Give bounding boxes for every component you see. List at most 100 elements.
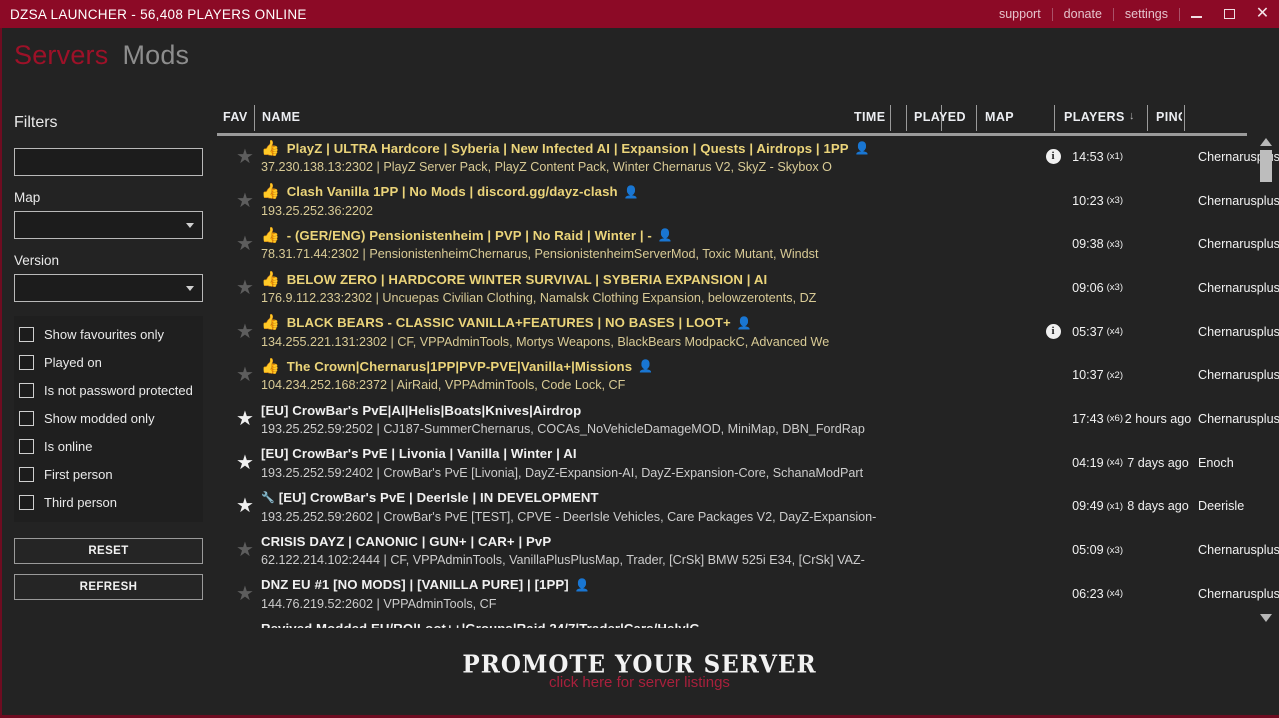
server-name-cell[interactable]: 👍 - (GER/ENG) Pensionistenheim | PVP | No… — [261, 222, 1034, 266]
version-filter-select[interactable] — [14, 274, 203, 302]
sort-descending-icon: ↓ — [1129, 110, 1135, 122]
column-header-name[interactable]: NAME — [262, 110, 300, 124]
column-header-players[interactable]: PLAYERS — [1064, 110, 1125, 124]
tab-mods[interactable]: Mods — [122, 40, 189, 71]
table-row[interactable]: ★ 👍 BELOW ZERO | HARDCORE WINTER SURVIVAL … — [214, 266, 1279, 310]
server-name: [EU] CrowBar's PvE | DeerIsle | IN DEVEL… — [278, 490, 599, 505]
server-info-cell[interactable]: i — [1042, 135, 1064, 179]
table-row[interactable]: ★ DNZ EU #1 [NO MODS] | [VANILLA PURE] | … — [214, 572, 1279, 616]
table-row[interactable]: ★ 👍 PlayZ | ULTRA Hardcore | Syberia | New… — [214, 135, 1279, 179]
star-icon: ★ — [236, 320, 254, 343]
table-row[interactable]: ★Revived Modded EU/RO|Loot++|Groups|Raid… — [214, 616, 1279, 628]
server-players-cell: 10/40 — [1274, 266, 1279, 310]
server-name-line: [EU] CrowBar's PvE | Livonia | Vanilla |… — [261, 445, 1034, 463]
server-name: [EU] CrowBar's PvE|AI|Helis|Boats|Knives… — [261, 402, 582, 418]
table-row[interactable]: ★ 👍 BLACK BEARS - CLASSIC VANILLA+FEATURES… — [214, 310, 1279, 354]
server-players-cell: 13/80 — [1274, 222, 1279, 266]
table-row[interactable]: ★ [EU] CrowBar's PvE | Livonia | Vanilla … — [214, 441, 1279, 485]
star-icon: ★ — [236, 233, 254, 256]
server-name: BELOW ZERO | HARDCORE WINTER SURVIVAL | … — [286, 271, 768, 287]
column-header-played[interactable]: PLAYED — [914, 110, 966, 124]
server-detail: 193.25.252.36:2202 — [261, 203, 374, 218]
server-played-cell — [1120, 179, 1196, 223]
column-divider — [890, 105, 891, 131]
checkbox-is-not-password-protected[interactable]: Is not password protected — [14, 376, 203, 404]
server-name-line: 👍 BLACK BEARS - CLASSIC VANILLA+FEATURES … — [261, 314, 1034, 332]
checkbox-played-on[interactable]: Played on — [14, 348, 203, 376]
map-filter-select[interactable] — [14, 211, 203, 239]
table-row[interactable]: ★ 👍 Clash Vanilla 1PP | No Mods | discord.… — [214, 179, 1279, 223]
maximize-button[interactable] — [1213, 0, 1246, 28]
support-link[interactable]: support — [988, 0, 1052, 28]
star-icon: ★ — [236, 539, 254, 562]
server-name-cell[interactable]: 👍 BELOW ZERO | HARDCORE WINTER SURVIVAL |… — [261, 266, 1034, 310]
checkbox-show-favourites-only[interactable]: Show favourites only — [14, 320, 203, 348]
server-name-cell[interactable]: 👍 BLACK BEARS - CLASSIC VANILLA+FEATURES … — [261, 310, 1034, 354]
server-time: 10:23 — [1072, 193, 1104, 208]
checkbox-is-online[interactable]: Is online — [14, 432, 203, 460]
search-input[interactable] — [14, 148, 203, 176]
server-name-cell[interactable]: DNZ EU #1 [NO MODS] | [VANILLA PURE] | [… — [261, 572, 1034, 616]
tab-servers[interactable]: Servers — [14, 40, 108, 71]
server-info-cell — [1042, 266, 1064, 310]
scroll-thumb[interactable] — [1260, 150, 1272, 182]
server-name: [EU] CrowBar's PvE | Livonia | Vanilla |… — [261, 446, 577, 462]
promote-banner[interactable]: Promote Your Server click here for serve… — [0, 628, 1279, 714]
checkbox-show-modded-only[interactable]: Show modded only — [14, 404, 203, 432]
column-header-ping[interactable]: PING — [1156, 110, 1182, 124]
checkbox-third-person[interactable]: Third person — [14, 488, 203, 516]
server-time-cell: 16:57(x4) — [1069, 616, 1123, 628]
server-name: DNZ EU #1 [NO MODS] | [VANILLA PURE] | [… — [261, 577, 569, 593]
server-time-cell: 05:37 (x4) — [1069, 310, 1123, 354]
server-name-cell[interactable]: [EU] CrowBar's PvE | Livonia | Vanilla |… — [261, 441, 1034, 485]
main-tabs: Servers Mods — [14, 40, 189, 71]
server-name-cell[interactable]: CRISIS DAYZ | CANONIC | GUN+ | CAR+ | Pv… — [261, 528, 1034, 572]
server-name-cell[interactable]: 👍 The Crown|Chernarus|1PP|PVP-PVE|Vanilla… — [261, 353, 1034, 397]
server-detail: 37.230.138.13:2302 | PlayZ Server Pack, … — [261, 160, 832, 174]
promote-headline: Promote Your Server — [462, 650, 817, 679]
server-info-cell — [1042, 397, 1064, 441]
server-played-cell — [1120, 266, 1196, 310]
filter-checkbox-group: Show favourites only Played on Is not pa… — [14, 316, 203, 522]
server-time-cell: 09:38 (x3) — [1069, 222, 1123, 266]
column-header-time[interactable]: TIME — [854, 110, 885, 124]
donate-link[interactable]: donate — [1053, 0, 1113, 28]
server-name-cell[interactable]: 👍 PlayZ | ULTRA Hardcore | Syberia | New … — [261, 135, 1034, 179]
star-icon: ★ — [236, 582, 254, 605]
server-info-cell[interactable]: i — [1042, 310, 1064, 354]
server-name-cell[interactable]: [EU] CrowBar's PvE|AI|Helis|Boats|Knives… — [261, 397, 1034, 441]
version-filter-label: Version — [14, 253, 60, 268]
scroll-down-arrow-icon[interactable] — [1260, 614, 1272, 622]
column-divider — [1184, 105, 1185, 131]
server-name-cell[interactable]: 🔧 [EU] CrowBar's PvE | DeerIsle | IN DEVE… — [261, 485, 1034, 529]
column-header-map[interactable]: MAP — [985, 110, 1014, 124]
link-divider — [1179, 7, 1180, 21]
checkbox-label: Show modded only — [44, 410, 155, 426]
refresh-button[interactable]: REFRESH — [14, 574, 203, 600]
settings-link[interactable]: settings — [1114, 0, 1179, 28]
server-name-line: 👍 The Crown|Chernarus|1PP|PVP-PVE|Vanilla… — [261, 357, 1034, 375]
server-name-line: 👍 Clash Vanilla 1PP | No Mods | discord.g… — [261, 183, 1034, 201]
table-row[interactable]: ★ [EU] CrowBar's PvE|AI|Helis|Boats|Knive… — [214, 397, 1279, 441]
scroll-up-arrow-icon[interactable] — [1260, 138, 1272, 146]
server-time: 04:19 — [1072, 455, 1104, 470]
table-row[interactable]: ★ 👍 - (GER/ENG) Pensionistenheim | PVP | N… — [214, 222, 1279, 266]
server-time: 09:49 — [1072, 499, 1104, 514]
server-time-cell: 04:19 (x4) — [1069, 441, 1123, 485]
checkbox-first-person[interactable]: First person — [14, 460, 203, 488]
close-button[interactable]: ✕ — [1246, 0, 1279, 28]
column-header-fav[interactable]: FAV — [223, 110, 248, 124]
server-name-cell[interactable]: 👍 Clash Vanilla 1PP | No Mods | discord.g… — [261, 179, 1034, 223]
reset-button[interactable]: RESET — [14, 538, 203, 564]
table-row[interactable]: ★ 👍 The Crown|Chernarus|1PP|PVP-PVE|Vanill… — [214, 353, 1279, 397]
server-detail: 193.25.252.59:2602 | CrowBar's PvE [TEST… — [261, 509, 877, 524]
vertical-scrollbar[interactable] — [1258, 135, 1274, 628]
server-players-cell: 19/70 — [1274, 179, 1279, 223]
table-row[interactable]: ★ CRISIS DAYZ | CANONIC | GUN+ | CAR+ | P… — [214, 528, 1279, 572]
checkbox-label: Played on — [44, 354, 102, 370]
minimize-icon — [1191, 16, 1202, 18]
column-divider — [976, 105, 977, 131]
minimize-button[interactable] — [1180, 0, 1213, 28]
server-name-cell[interactable]: Revived Modded EU/RO|Loot++|Groups|Raid … — [261, 616, 1034, 628]
table-row[interactable]: ★ 🔧 [EU] CrowBar's PvE | DeerIsle | IN DEV… — [214, 485, 1279, 529]
